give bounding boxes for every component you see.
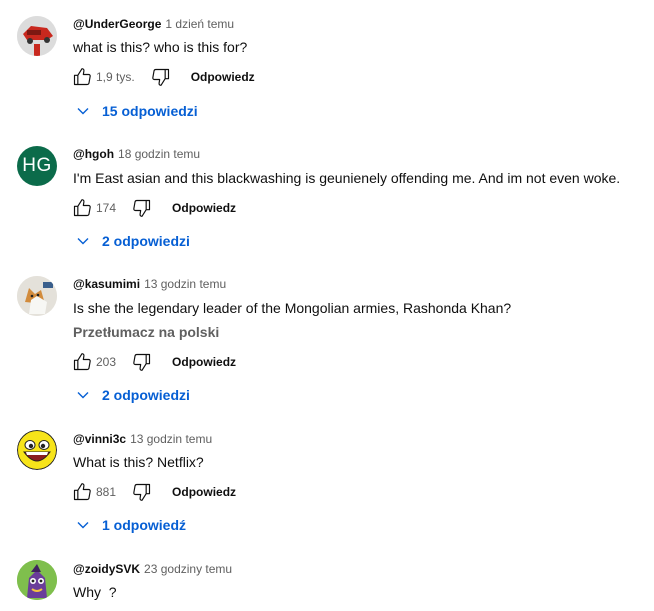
chevron-down-icon — [77, 392, 89, 399]
comment-text: What is this? Netflix? — [73, 454, 204, 470]
comment-time[interactable]: 13 godzin temu — [130, 432, 212, 446]
comment-text: I'm East asian and this blackwashing is … — [73, 170, 621, 186]
dislike-button[interactable] — [149, 65, 173, 89]
comment-thread: @UnderGeorge 1 dzień temu what is this? w… — [0, 0, 654, 130]
comment-thread: HG @hgoh 18 godzin temu I'm East asian an… — [0, 130, 654, 260]
purple-creature-avatar-icon — [17, 560, 57, 600]
chevron-down-icon — [77, 238, 89, 245]
red-car-avatar-icon — [17, 16, 57, 56]
thumbs-up-icon — [73, 483, 91, 501]
avatar[interactable] — [17, 430, 57, 470]
like-count: 174 — [96, 201, 117, 215]
comment-time[interactable]: 1 dzień temu — [165, 17, 234, 31]
like-count: 1,9 tys. — [96, 70, 135, 84]
avatar[interactable] — [17, 276, 57, 316]
reply-button[interactable]: Odpowiedz — [172, 355, 236, 369]
avatar[interactable]: HG — [17, 146, 57, 186]
comment-author[interactable]: @UnderGeorge — [73, 17, 161, 31]
comment-time[interactable]: 18 godzin temu — [118, 147, 200, 161]
view-replies-button[interactable]: 1 odpowiedź — [76, 514, 186, 536]
comment-time[interactable]: 23 godziny temu — [144, 562, 232, 576]
comment-author[interactable]: @kasumimi — [73, 277, 140, 291]
like-button[interactable] — [70, 196, 94, 220]
reply-button[interactable]: Odpowiedz — [172, 201, 236, 215]
comment-author[interactable]: @vinni3c — [73, 432, 126, 446]
comment-author[interactable]: @hgoh — [73, 147, 114, 161]
replies-label: 2 odpowiedzi — [102, 233, 190, 249]
dislike-button[interactable] — [130, 480, 154, 504]
thumbs-up-icon — [73, 199, 91, 217]
like-button[interactable] — [70, 480, 94, 504]
comment-time[interactable]: 13 godzin temu — [144, 277, 226, 291]
thumbs-down-icon — [133, 199, 151, 217]
comment-thread: @zoidySVK 23 godziny temu Why ? — [0, 546, 654, 611]
view-replies-button[interactable]: 2 odpowiedzi — [76, 230, 190, 252]
dislike-button[interactable] — [130, 350, 154, 374]
thumbs-down-icon — [151, 68, 169, 86]
chevron-down-icon — [77, 108, 89, 115]
smiley-face-avatar-icon — [17, 430, 57, 470]
comment-thread: @kasumimi 13 godzin temu Is she the legen… — [0, 260, 654, 416]
like-button[interactable] — [70, 65, 94, 89]
thumbs-down-icon — [133, 353, 151, 371]
replies-label: 2 odpowiedzi — [102, 387, 190, 403]
comment-author[interactable]: @zoidySVK — [73, 562, 140, 576]
like-count: 881 — [96, 485, 117, 499]
avatar[interactable] — [17, 560, 57, 600]
translate-button[interactable]: Przetłumacz na polski — [73, 324, 219, 340]
reply-button[interactable]: Odpowiedz — [172, 485, 236, 499]
avatar[interactable] — [17, 16, 57, 56]
replies-label: 15 odpowiedzi — [102, 103, 198, 119]
like-button[interactable] — [70, 350, 94, 374]
comment-text: Why ? — [73, 584, 117, 600]
comment-text: Is she the legendary leader of the Mongo… — [73, 300, 512, 316]
chevron-down-icon — [77, 522, 89, 529]
comment-thread: @vinni3c 13 godzin temu What is this? Net… — [0, 416, 654, 546]
replies-label: 1 odpowiedź — [102, 517, 186, 533]
view-replies-button[interactable]: 2 odpowiedzi — [76, 384, 190, 406]
reply-button[interactable]: Odpowiedz — [191, 70, 255, 84]
view-replies-button[interactable]: 15 odpowiedzi — [76, 100, 198, 122]
thumbs-down-icon — [133, 483, 151, 501]
thumbs-up-icon — [73, 68, 91, 86]
dislike-button[interactable] — [130, 196, 154, 220]
like-count: 203 — [96, 355, 117, 369]
avatar-initials: HG — [22, 155, 52, 176]
thumbs-up-icon — [73, 353, 91, 371]
comment-text: what is this? who is this for? — [73, 39, 248, 55]
cat-avatar-icon — [17, 276, 57, 316]
